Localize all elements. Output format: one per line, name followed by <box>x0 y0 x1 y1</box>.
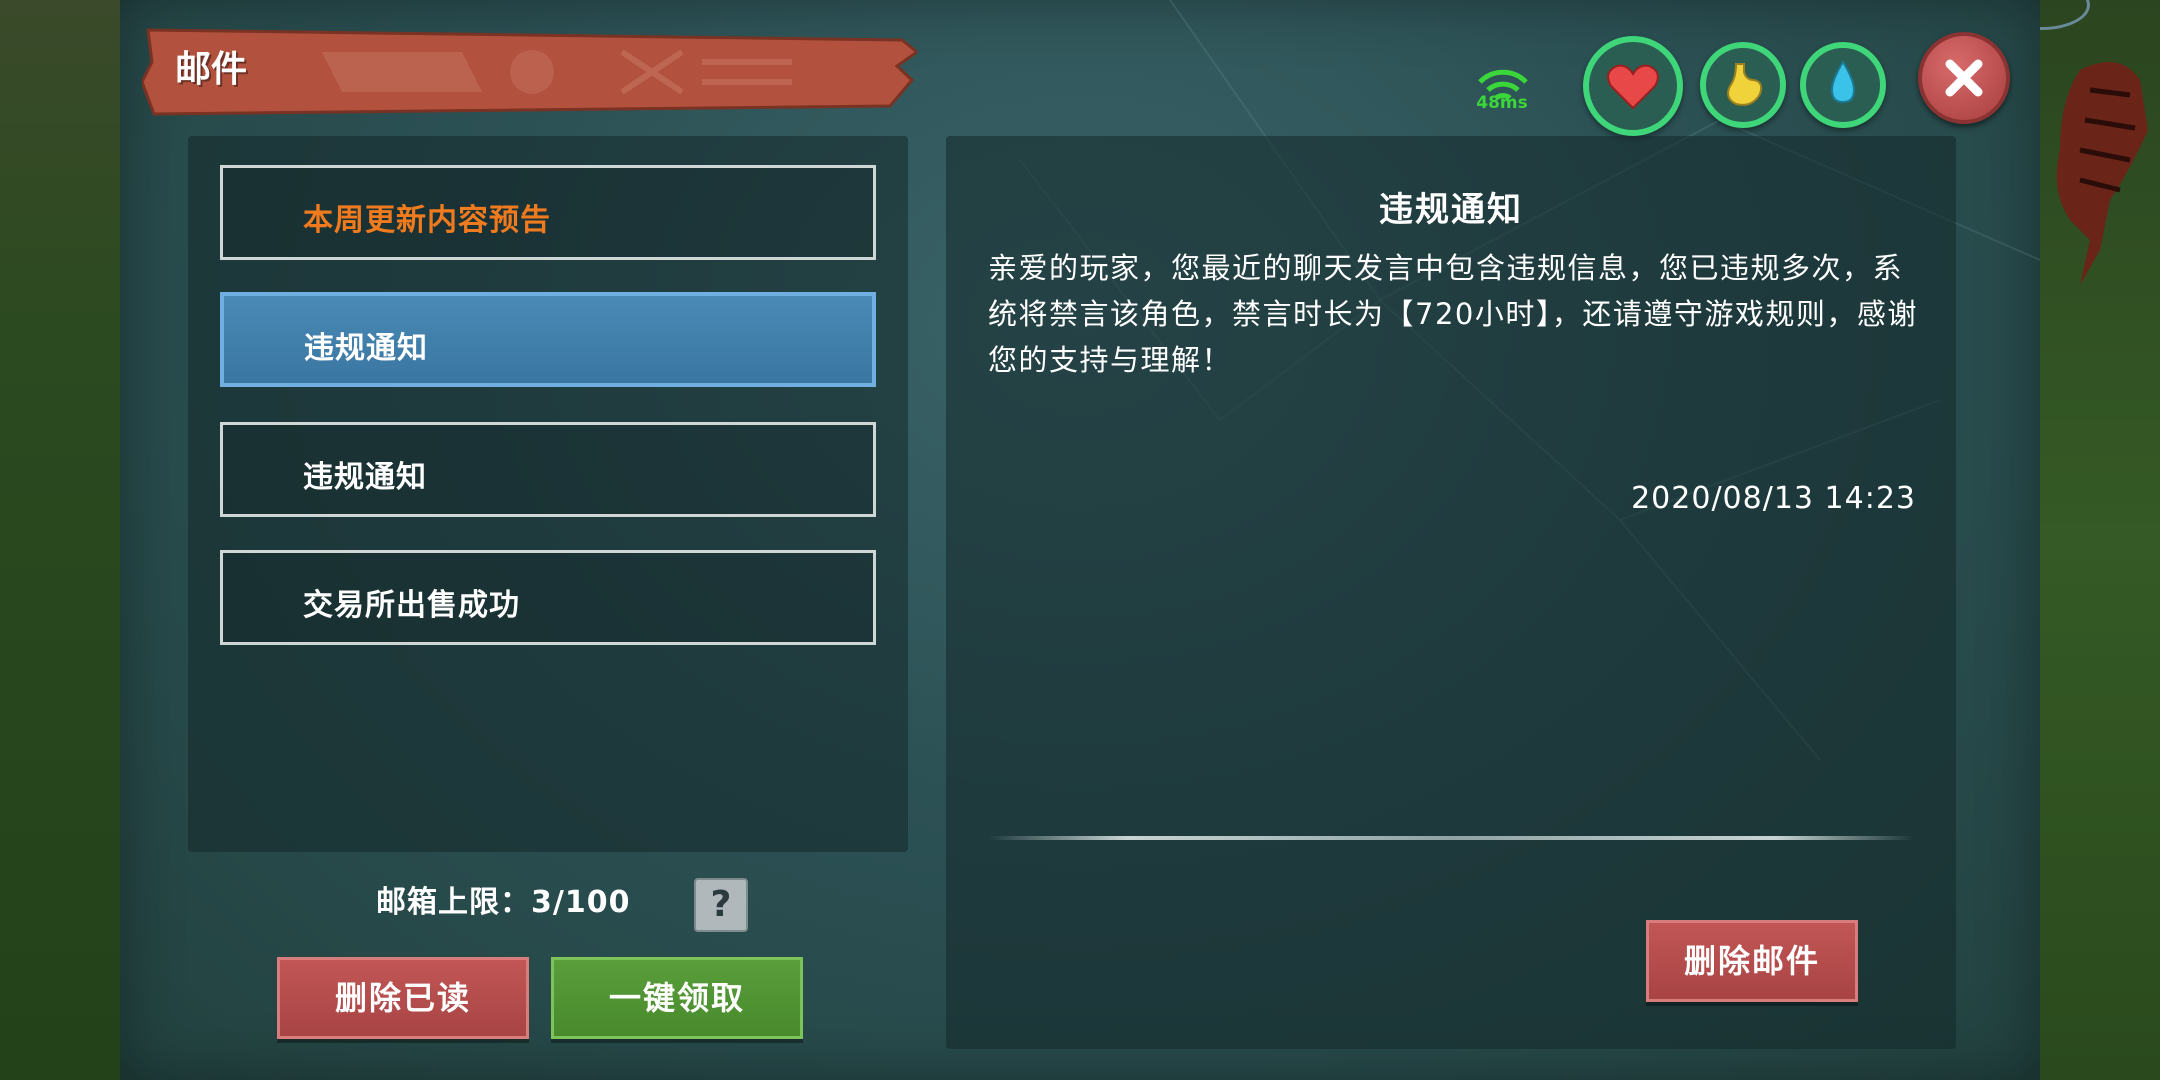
mail-detail-date: 2020/08/13 14:23 <box>1631 481 1916 516</box>
hunger-status <box>1700 42 1786 128</box>
heart-icon <box>1607 64 1659 110</box>
grass-left <box>0 0 122 1080</box>
thirst-status <box>1800 42 1886 128</box>
mail-item-exchange-sold[interactable]: 交易所出售成功 <box>220 550 876 645</box>
ping-latency: 48ms <box>1476 93 1528 113</box>
mailbox-capacity: 邮箱上限：3/100 <box>376 885 631 920</box>
delete-mail-button[interactable]: 删除邮件 <box>1646 920 1858 1002</box>
mail-item-violation-selected[interactable]: 违规通知 <box>220 292 876 387</box>
mail-item-label: 本周更新内容预告 <box>303 203 551 238</box>
close-icon <box>1945 59 1983 97</box>
dinosaur-creature-icon <box>2056 62 2148 285</box>
close-button[interactable] <box>1918 32 2010 124</box>
health-status <box>1583 36 1683 136</box>
mail-item-violation[interactable]: 违规通知 <box>220 422 876 517</box>
mail-detail-title: 违规通知 <box>1379 190 1523 230</box>
mail-item-label: 交易所出售成功 <box>303 588 520 623</box>
water-drop-icon <box>1830 60 1856 104</box>
help-button[interactable]: ? <box>694 878 748 932</box>
window-title: 邮件 <box>175 49 248 90</box>
claim-all-button[interactable]: 一键领取 <box>551 957 803 1039</box>
mail-item-label: 违规通知 <box>304 331 428 366</box>
mail-detail-body: 亲爱的玩家，您最近的聊天发言中包含违规信息，您已违规多次，系统将禁言该角色，禁言… <box>988 251 1918 377</box>
mail-item-label: 违规通知 <box>303 460 427 495</box>
stomach-icon <box>1727 63 1763 106</box>
mail-item-update-preview[interactable]: 本周更新内容预告 <box>220 165 876 260</box>
delete-read-button[interactable]: 删除已读 <box>277 957 529 1039</box>
title-plank <box>142 28 917 116</box>
divider <box>988 836 1914 840</box>
